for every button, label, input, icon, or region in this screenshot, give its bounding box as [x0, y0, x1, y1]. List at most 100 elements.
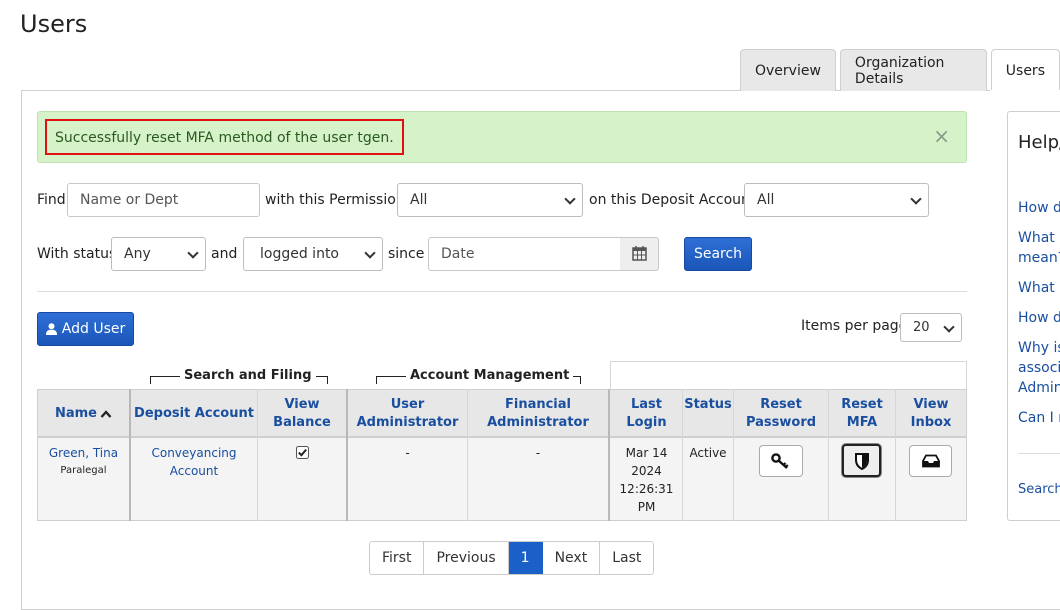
status-label: With status [37, 246, 117, 262]
help-link[interactable]: What a [1018, 278, 1060, 298]
column-divider [610, 361, 611, 389]
date-input[interactable]: Date [428, 237, 621, 271]
inbox-icon [921, 454, 940, 468]
divider [37, 291, 967, 292]
and-label: and [211, 246, 238, 262]
cell-last-login: Mar 14 2024 12:26:31 PM [611, 438, 682, 520]
tab-users[interactable]: Users [990, 49, 1060, 92]
status-select[interactable]: Any [111, 237, 206, 271]
group-label-account-mgmt: Account Management [406, 368, 574, 383]
items-per-page-value: 20 [913, 320, 930, 335]
pagination: First Previous 1 Next Last [369, 541, 655, 575]
login-select-value: logged into [260, 246, 339, 262]
help-link[interactable]: What d [1018, 228, 1060, 248]
cell-status: Active [689, 446, 727, 460]
cell-name: Green, Tina Paralegal [38, 438, 129, 520]
content-panel [21, 90, 1060, 610]
help-link[interactable]: Can I r [1018, 408, 1060, 428]
column-header-view-balance[interactable]: View Balance [258, 389, 346, 438]
find-label: Find [37, 192, 66, 208]
add-user-label: Add User [61, 321, 126, 337]
last-login-year: 2024 [631, 464, 662, 478]
help-link[interactable]: How do [1018, 198, 1060, 218]
deposit-account-link[interactable]: Conveyancing Account [151, 446, 236, 478]
column-header-user-administrator[interactable]: User Administrator [348, 389, 467, 438]
column-header-name[interactable]: Name [38, 389, 129, 438]
chevron-down-icon [943, 321, 955, 333]
column-divider [895, 389, 896, 521]
search-input[interactable]: Name or Dept [67, 183, 260, 217]
header-strip-border [610, 361, 967, 362]
chevron-down-icon [910, 193, 922, 205]
help-link-continued[interactable]: associ [1018, 358, 1060, 378]
column-header-deposit-account[interactable]: Deposit Account [131, 389, 257, 438]
cell-view-balance [258, 438, 346, 520]
header-strip-border-right [966, 361, 967, 389]
help-link-continued[interactable]: Admini [1018, 378, 1060, 398]
column-header-name-label: Name [54, 405, 97, 421]
since-label: since [388, 246, 425, 262]
column-header-reset-password: Reset Password [745, 396, 817, 430]
tab-organization-details[interactable]: Organization Details [839, 49, 987, 91]
pagination-page-1[interactable]: 1 [508, 542, 543, 574]
pagination-next[interactable]: Next [542, 542, 601, 574]
column-header-financial-administrator[interactable]: Financial Administrator [468, 389, 608, 438]
deposit-account-select-value: All [757, 192, 775, 208]
permission-select-value: All [410, 192, 428, 208]
add-user-button[interactable]: Add User [37, 312, 134, 346]
help-link-continued[interactable]: mean? [1018, 248, 1060, 268]
tab-bar: Overview Organization Details Users [740, 49, 1060, 92]
user-icon [45, 323, 57, 335]
close-icon[interactable]: × [933, 126, 950, 146]
chevron-down-icon [187, 247, 199, 259]
help-divider [1018, 453, 1060, 454]
cell-deposit-account: Conveyancing Account [131, 438, 257, 520]
shield-icon [854, 452, 869, 470]
column-divider [733, 389, 734, 521]
help-search-link[interactable]: Search [1018, 482, 1060, 497]
reset-mfa-button[interactable] [842, 444, 881, 477]
column-divider [828, 389, 829, 521]
permission-label: with this Permission [265, 192, 405, 208]
cell-user-administrator: - [405, 446, 410, 460]
column-header-status[interactable]: Status [683, 389, 733, 438]
search-button[interactable]: Search [684, 237, 752, 271]
group-label-search-filing: Search and Filing [180, 368, 316, 383]
calendar-button[interactable] [620, 237, 659, 271]
column-header-reset-mfa: Reset MFA [841, 396, 883, 430]
column-header-view-inbox: View Inbox [910, 396, 952, 430]
key-icon [771, 453, 789, 469]
permission-select[interactable]: All [397, 183, 583, 217]
help-link[interactable]: Why is [1018, 338, 1060, 358]
pagination-first[interactable]: First [370, 542, 425, 574]
calendar-icon [632, 246, 647, 261]
sort-up-icon [100, 409, 112, 418]
pagination-previous[interactable]: Previous [424, 542, 509, 574]
user-role: Paralegal [60, 465, 107, 476]
column-header-last-login[interactable]: Last Login [611, 389, 682, 438]
help-title: Help/ [1018, 132, 1060, 153]
items-per-page-label: Items per page [801, 318, 908, 334]
last-login-ampm: PM [637, 500, 656, 514]
checkbox-checked-icon[interactable] [295, 446, 309, 459]
help-link[interactable]: How do [1018, 308, 1060, 328]
alert-message: Successfully reset MFA method of the use… [45, 119, 404, 155]
tab-overview[interactable]: Overview [740, 49, 836, 91]
page-title: Users [20, 10, 88, 38]
chevron-down-icon [364, 247, 376, 259]
success-alert: Successfully reset MFA method of the use… [37, 111, 967, 163]
user-name-link[interactable]: Green, Tina [38, 444, 129, 462]
pagination-last[interactable]: Last [600, 542, 654, 574]
login-select[interactable]: logged into [243, 237, 383, 271]
last-login-time: 12:26:31 [619, 482, 674, 496]
deposit-account-select[interactable]: All [744, 183, 929, 217]
items-per-page-select[interactable]: 20 [900, 313, 962, 342]
deposit-account-label: on this Deposit Account [589, 192, 756, 208]
reset-password-button[interactable] [759, 445, 803, 477]
column-divider [608, 389, 610, 521]
active-tab-joiner [990, 90, 1060, 92]
status-select-value: Any [124, 246, 151, 262]
cell-financial-administrator: - [535, 446, 541, 460]
view-inbox-button[interactable] [909, 445, 952, 477]
chevron-down-icon [564, 193, 576, 205]
